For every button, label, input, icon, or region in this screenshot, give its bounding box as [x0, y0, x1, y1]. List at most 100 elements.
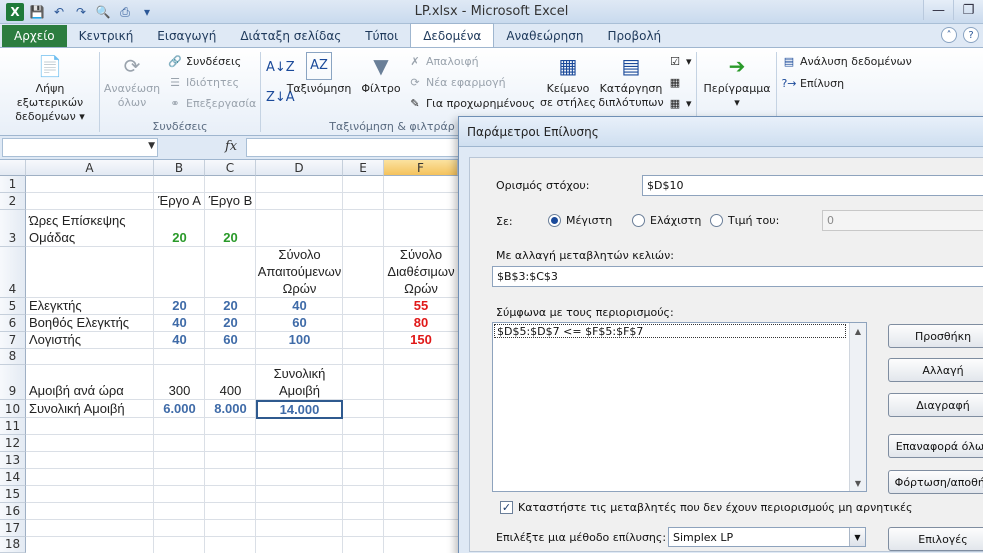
cell-d5[interactable]: 40: [256, 298, 343, 315]
text-to-columns-button[interactable]: ▦ Κείμενο σε στήλες: [540, 52, 596, 110]
cell-c9[interactable]: 400: [205, 365, 256, 400]
get-external-data-button[interactable]: 📄 Λήψη εξωτερικών δεδομένων ▾: [2, 52, 98, 124]
fx-icon[interactable]: fx: [225, 139, 237, 154]
column-header-c[interactable]: C: [205, 160, 256, 176]
row-header[interactable]: 4: [0, 247, 26, 298]
cell-d7[interactable]: 100: [256, 332, 343, 349]
maximize-icon[interactable]: ❐: [953, 0, 983, 20]
tab-home[interactable]: Κεντρική: [67, 25, 146, 47]
cell-d6[interactable]: 60: [256, 315, 343, 332]
row-header[interactable]: 12: [0, 435, 26, 452]
tab-page-layout[interactable]: Διάταξη σελίδας: [228, 25, 353, 47]
cell-d10-selected[interactable]: 14.000: [256, 400, 343, 419]
cell-b3[interactable]: 20: [154, 210, 205, 247]
cell-a10[interactable]: Συνολική Αμοιβή: [26, 400, 154, 418]
row-header[interactable]: 15: [0, 486, 26, 503]
solver-button[interactable]: ?→ Επίλυση: [781, 76, 844, 90]
advanced-filter-button[interactable]: ✎ Για προχωρημένους: [408, 96, 535, 110]
row-header[interactable]: 10: [0, 400, 26, 418]
value-of-input[interactable]: 0: [822, 210, 983, 231]
row-header[interactable]: 6: [0, 315, 26, 332]
tab-data[interactable]: Δεδομένα: [410, 23, 495, 47]
what-if-icon[interactable]: ▦ ▾: [668, 96, 692, 110]
cell-b7[interactable]: 40: [154, 332, 205, 349]
row-header[interactable]: 17: [0, 520, 26, 537]
objective-input[interactable]: $D$10: [642, 175, 983, 196]
nonnegative-checkbox[interactable]: ✓ Καταστήστε τις μεταβλητές που δεν έχου…: [500, 501, 912, 514]
cell-c3[interactable]: 20: [205, 210, 256, 247]
row-header[interactable]: 11: [0, 418, 26, 435]
changing-cells-input[interactable]: $B$3:$C$3: [492, 266, 983, 287]
options-button[interactable]: Επιλογές: [888, 527, 983, 551]
row-header[interactable]: 7: [0, 332, 26, 349]
reset-all-button[interactable]: Επαναφορά όλων: [888, 434, 983, 458]
cell-a3[interactable]: Ώρες Επίσκεψης Ομάδας: [26, 210, 154, 247]
tab-formulas[interactable]: Τύποι: [353, 25, 410, 47]
minimize-icon[interactable]: —: [923, 0, 953, 20]
value-of-radio[interactable]: Τιμή του:: [710, 214, 779, 227]
scroll-down-icon[interactable]: ▼: [850, 475, 866, 491]
chevron-down-icon[interactable]: ▼: [849, 528, 865, 546]
row-header[interactable]: 9: [0, 365, 26, 400]
cell-a7[interactable]: Λογιστής: [26, 332, 154, 349]
minimize-ribbon-icon[interactable]: ˄: [941, 27, 957, 43]
column-header-d[interactable]: D: [256, 160, 343, 176]
consolidate-icon[interactable]: ▦: [668, 75, 682, 89]
tab-insert[interactable]: Εισαγωγή: [145, 25, 228, 47]
row-header[interactable]: 5: [0, 298, 26, 315]
column-header-b[interactable]: B: [154, 160, 205, 176]
delete-button[interactable]: Διαγραφή: [888, 393, 983, 417]
min-radio[interactable]: Ελάχιστη: [632, 214, 701, 227]
cell-b2[interactable]: Έργο Α: [154, 193, 205, 210]
cell-f6[interactable]: 80: [384, 315, 458, 332]
add-button[interactable]: Προσθήκη: [888, 324, 983, 348]
tab-review[interactable]: Αναθεώρηση: [494, 25, 595, 47]
cell-d9[interactable]: Συνολική Αμοιβή: [256, 365, 343, 400]
row-header[interactable]: 2: [0, 193, 26, 210]
change-button[interactable]: Αλλαγή: [888, 358, 983, 382]
row-header[interactable]: 3: [0, 210, 26, 247]
cell-c5[interactable]: 20: [205, 298, 256, 315]
cell-c7[interactable]: 60: [205, 332, 256, 349]
cell-b5[interactable]: 20: [154, 298, 205, 315]
data-analysis-button[interactable]: ▤ Ανάλυση δεδομένων: [782, 54, 912, 68]
data-validation-icon[interactable]: ☑ ▾: [668, 54, 691, 68]
cell-f4[interactable]: Σύνολο Διαθέσιμων Ωρών: [384, 247, 458, 298]
filter-button[interactable]: ▼ Φίλτρο: [358, 52, 404, 96]
max-radio[interactable]: Μέγιστη: [548, 214, 612, 227]
cell-c6[interactable]: 20: [205, 315, 256, 332]
remove-duplicates-button[interactable]: ▤ Κατάργηση διπλότυπων: [598, 52, 664, 110]
row-header[interactable]: 8: [0, 349, 26, 365]
constraint-item[interactable]: $D$5:$D$7 <= $F$5:$F$7: [494, 324, 846, 338]
constraints-list[interactable]: $D$5:$D$7 <= $F$5:$F$7 ▲ ▼: [492, 322, 867, 492]
connections-button[interactable]: 🔗 Συνδέσεις: [168, 54, 241, 68]
cell-b6[interactable]: 40: [154, 315, 205, 332]
sort-button[interactable]: AZ Ταξινόμηση: [286, 52, 352, 96]
tab-file[interactable]: Αρχείο: [2, 25, 67, 47]
cell-c2[interactable]: Έργο Β: [205, 193, 256, 210]
row-header[interactable]: 14: [0, 469, 26, 486]
name-box[interactable]: ▼: [2, 138, 158, 157]
cell-b9[interactable]: 300: [154, 365, 205, 400]
cell-d4[interactable]: Σύνολο Απαιτούμενων Ωρών: [256, 247, 343, 298]
column-header-e[interactable]: E: [343, 160, 384, 176]
row-header[interactable]: 18: [0, 537, 26, 553]
cell-f5[interactable]: 55: [384, 298, 458, 315]
help-icon[interactable]: ?: [963, 27, 979, 43]
scroll-up-icon[interactable]: ▲: [850, 323, 866, 339]
cell-a9[interactable]: Αμοιβή ανά ώρα: [26, 365, 154, 400]
tab-view[interactable]: Προβολή: [595, 25, 673, 47]
select-all-corner[interactable]: [0, 160, 26, 176]
cell-b10[interactable]: 6.000: [154, 400, 205, 418]
outline-button[interactable]: ➔ Περίγραμμα ▾: [700, 52, 774, 110]
load-save-button[interactable]: Φόρτωση/αποθήκ: [888, 470, 983, 494]
cell-a5[interactable]: Ελεγκτής: [26, 298, 154, 315]
constraints-scrollbar[interactable]: ▲ ▼: [849, 323, 866, 491]
column-header-f[interactable]: F: [384, 160, 458, 176]
properties-button[interactable]: ☰ Ιδιότητες: [168, 75, 239, 89]
row-header[interactable]: 1: [0, 176, 26, 193]
method-select[interactable]: Simplex LP ▼: [668, 527, 866, 547]
chevron-down-icon[interactable]: ▼: [148, 141, 155, 151]
refresh-all-button[interactable]: ⟳ Ανανέωση όλων: [101, 52, 163, 110]
edit-links-button[interactable]: ⚭ Επεξεργασία: [168, 96, 256, 110]
